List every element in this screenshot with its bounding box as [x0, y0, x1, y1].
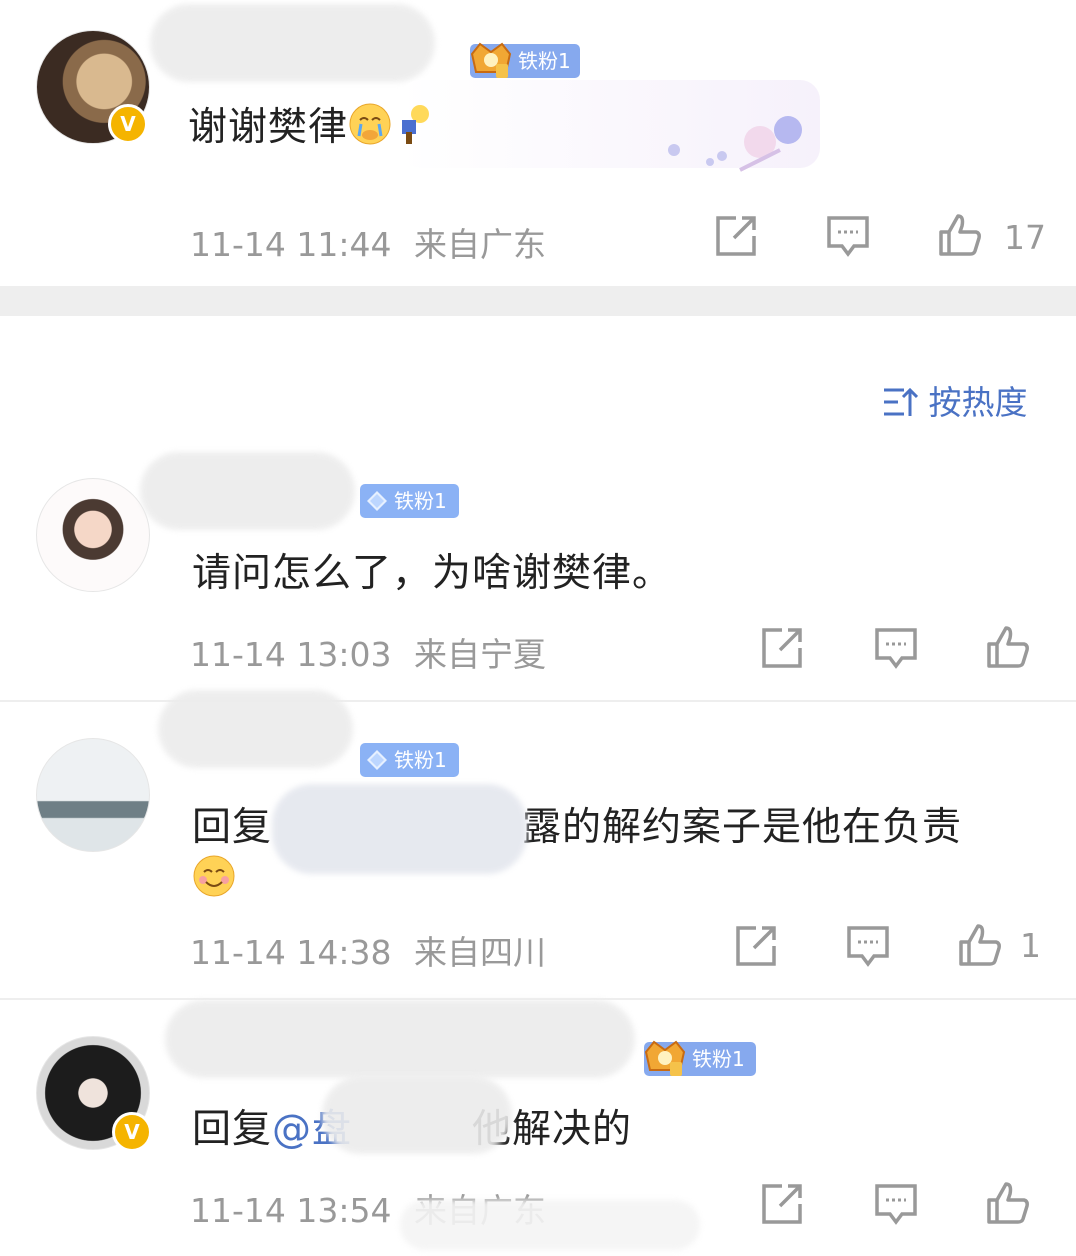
- sort-icon: [884, 387, 919, 416]
- lightbulb-figure-icon: [402, 105, 430, 144]
- like-icon[interactable]: [986, 624, 1030, 668]
- sort-label: 按热度: [928, 383, 1028, 422]
- reply-icon[interactable]: [874, 1182, 918, 1226]
- badge-label: 铁粉1: [394, 489, 447, 513]
- fan-level-badge: 铁粉1: [470, 42, 580, 78]
- verified-badge-icon: V: [108, 104, 148, 144]
- comment-meta: 11-14 11:44 来自广东: [190, 218, 546, 266]
- share-icon[interactable]: [760, 626, 804, 670]
- like-icon[interactable]: [958, 922, 1002, 966]
- crown-icon: [644, 1040, 686, 1076]
- flower-sticker-icon: [668, 116, 802, 172]
- share-icon[interactable]: [714, 214, 758, 258]
- comment-meta: 11-14 14:38 来自四川: [190, 926, 546, 974]
- timestamp: 11-14 14:38: [190, 933, 392, 972]
- reply-icon[interactable]: [826, 214, 870, 258]
- watermark-redacted: [400, 1200, 700, 1250]
- crying-emoji-icon: [349, 103, 391, 145]
- username-redacted: [165, 1000, 635, 1078]
- fan-level-badge: 铁粉1: [360, 484, 459, 518]
- verified-badge-icon: V: [112, 1112, 152, 1152]
- comment-divider: [0, 700, 1076, 702]
- share-icon[interactable]: [734, 924, 778, 968]
- timestamp: 11-14 13:03: [190, 635, 392, 674]
- like-count: 1: [1020, 926, 1041, 965]
- avatar[interactable]: [36, 478, 150, 592]
- crown-icon: [470, 42, 512, 78]
- like-count: 17: [1004, 218, 1046, 257]
- share-icon[interactable]: [760, 1182, 804, 1226]
- location: 来自四川: [413, 933, 546, 972]
- comment-text-value: 谢谢樊律: [188, 105, 349, 150]
- timestamp: 11-14 13:54: [190, 1191, 392, 1230]
- reply-icon[interactable]: [846, 924, 890, 968]
- username-redacted: [150, 4, 435, 82]
- mention-redacted: [322, 1076, 512, 1154]
- location: 来自宁夏: [413, 635, 546, 674]
- diamond-icon: [367, 491, 387, 511]
- diamond-icon: [367, 750, 387, 770]
- like-icon[interactable]: [986, 1180, 1030, 1224]
- username-redacted: [158, 690, 353, 768]
- timestamp: 11-14 11:44: [190, 225, 392, 264]
- like-icon[interactable]: [938, 212, 982, 256]
- avatar[interactable]: [36, 738, 150, 852]
- smile-emoji-icon: [193, 855, 235, 897]
- badge-label: 铁粉1: [692, 1047, 745, 1071]
- badge-label: 铁粉1: [394, 748, 447, 772]
- comment-text: 谢谢樊律: [188, 96, 436, 152]
- comment-meta: 11-14 13:03 来自宁夏: [190, 628, 546, 676]
- username-redacted: [140, 452, 355, 530]
- reply-prefix: 回复: [192, 805, 273, 850]
- location: 来自广东: [413, 225, 546, 264]
- fan-level-badge: 铁粉1: [644, 1040, 756, 1076]
- reply-prefix: 回复: [192, 1107, 273, 1152]
- section-divider: [0, 286, 1076, 316]
- fan-level-badge: 铁粉1: [360, 743, 459, 777]
- badge-label: 铁粉1: [518, 49, 571, 73]
- sort-toggle[interactable]: 按热度: [882, 376, 1028, 424]
- reply-icon[interactable]: [874, 626, 918, 670]
- comment-text-value: 露的解约案子是他在负责: [522, 805, 963, 850]
- comment-text: 请问怎么了，为啥谢樊律。: [192, 551, 673, 596]
- mention-redacted: [272, 784, 527, 874]
